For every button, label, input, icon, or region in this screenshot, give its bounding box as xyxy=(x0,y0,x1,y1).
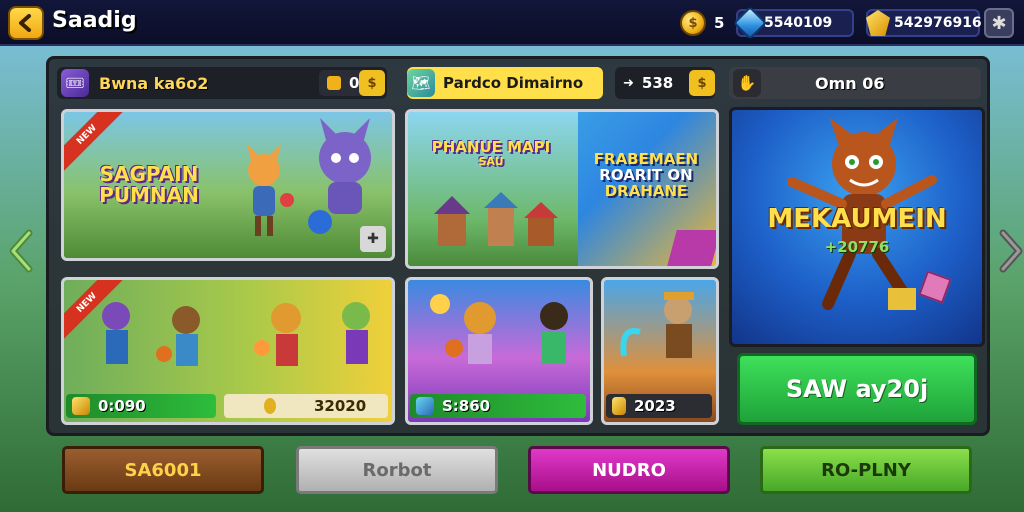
right-section-title: Omn 06 xyxy=(815,73,885,93)
hand-icon: ✋ xyxy=(733,69,761,97)
stat-bar-a: 0:090 xyxy=(66,394,216,418)
next-page-button[interactable] xyxy=(992,226,1024,276)
left-section-header: 🎟 Bwna ka6o2 01 $ xyxy=(57,67,387,99)
heroes-group xyxy=(102,302,370,366)
back-arrow-icon xyxy=(19,14,31,32)
middle-section-counter: ➜ 538 $ xyxy=(615,67,715,99)
game-card-explorer[interactable]: 2023 xyxy=(601,277,719,425)
app-title: Saadig xyxy=(52,8,137,33)
card-title: PHANUE MAPI SAU xyxy=(431,138,551,168)
stat-bar: S:860 xyxy=(410,394,586,418)
fox-character xyxy=(247,144,294,236)
crystal-decoration xyxy=(667,230,716,266)
stat-bar-b: 32020 xyxy=(224,394,388,418)
cat-character xyxy=(308,118,371,234)
prev-page-button[interactable] xyxy=(4,226,40,276)
game-card-runner[interactable]: S:860 xyxy=(405,277,593,425)
coin-icon xyxy=(264,398,276,414)
chevron-left-icon xyxy=(9,229,33,273)
map-icon: 🗺 xyxy=(407,69,435,97)
trophy-icon xyxy=(72,397,90,415)
runners-pair xyxy=(430,294,568,364)
coin-icon: $ xyxy=(689,70,715,96)
arrow-icon: ➜ xyxy=(623,75,634,91)
gold-counter[interactable]: 542976916 xyxy=(866,8,982,38)
book-icon xyxy=(416,397,434,415)
coin-counter: $ 5 xyxy=(680,8,724,38)
explorer-character xyxy=(620,292,694,358)
main-panel: 🎟 Bwna ka6o2 01 $ 🗺 Pardco Dimairno ➜ 53… xyxy=(46,56,990,436)
gold-count: 542976916 xyxy=(894,15,982,31)
top-bar: Saadig $ 5 5540109 542976916 ✱ xyxy=(0,0,1024,46)
coin-icon: $ xyxy=(359,70,385,96)
bottom-button-2[interactable]: Rorbot xyxy=(296,446,498,494)
middle-section-badge-value: 538 xyxy=(641,74,674,92)
settings-button[interactable]: ✱ xyxy=(984,8,1014,38)
back-button[interactable] xyxy=(8,6,44,40)
featured-play-button[interactable]: SAW ay20j xyxy=(737,353,977,425)
ticket-icon: 🎟 xyxy=(61,69,89,97)
card-title: SAGPAIN PUMNAN xyxy=(99,162,199,207)
coin-icon: $ xyxy=(680,10,706,36)
stat-bar: 2023 xyxy=(606,394,712,418)
featured-title: MEKAUMEIN xyxy=(767,204,947,234)
bottom-button-4[interactable]: RO-PLNY xyxy=(760,446,972,494)
chevron-right-icon xyxy=(999,229,1023,273)
coin-stack-icon xyxy=(327,76,341,90)
left-section-title: Bwna ka6o2 xyxy=(99,73,209,93)
expand-icon: ✚ xyxy=(367,231,379,247)
gem-counter[interactable]: 5540109 xyxy=(733,6,854,40)
village-scene xyxy=(434,192,558,246)
game-card-heroes[interactable]: NEW 0:090 32020 xyxy=(61,277,395,425)
gem-count: 5540109 xyxy=(764,15,833,31)
featured-game-card[interactable]: MEKAUMEIN +20776 xyxy=(729,107,985,347)
settings-icon: ✱ xyxy=(991,12,1007,34)
coin-count: 5 xyxy=(714,14,725,32)
left-section-badge: 01 $ xyxy=(319,70,385,96)
game-card-phanue-mapi[interactable]: PHANUE MAPI SAU FRABEMAEN ROARIT ON DRAH… xyxy=(405,109,719,269)
trophy-icon xyxy=(612,397,626,415)
card-subtitle: FRABEMAEN ROARIT ON DRAHANE xyxy=(593,150,699,200)
featured-number: +20776 xyxy=(824,238,890,256)
expand-button[interactable]: ✚ xyxy=(360,226,386,252)
game-card-sagpain[interactable]: NEW SAGPAIN PUMNAN ✚ xyxy=(61,109,395,261)
bottom-button-3[interactable]: NUDRO xyxy=(528,446,730,494)
middle-section-title: Pardco Dimairno xyxy=(443,74,584,92)
middle-section-header: 🗺 Pardco Dimairno xyxy=(407,67,603,99)
right-section-header: ✋ Omn 06 xyxy=(729,67,981,99)
bottom-button-1[interactable]: SA6001 xyxy=(62,446,264,494)
